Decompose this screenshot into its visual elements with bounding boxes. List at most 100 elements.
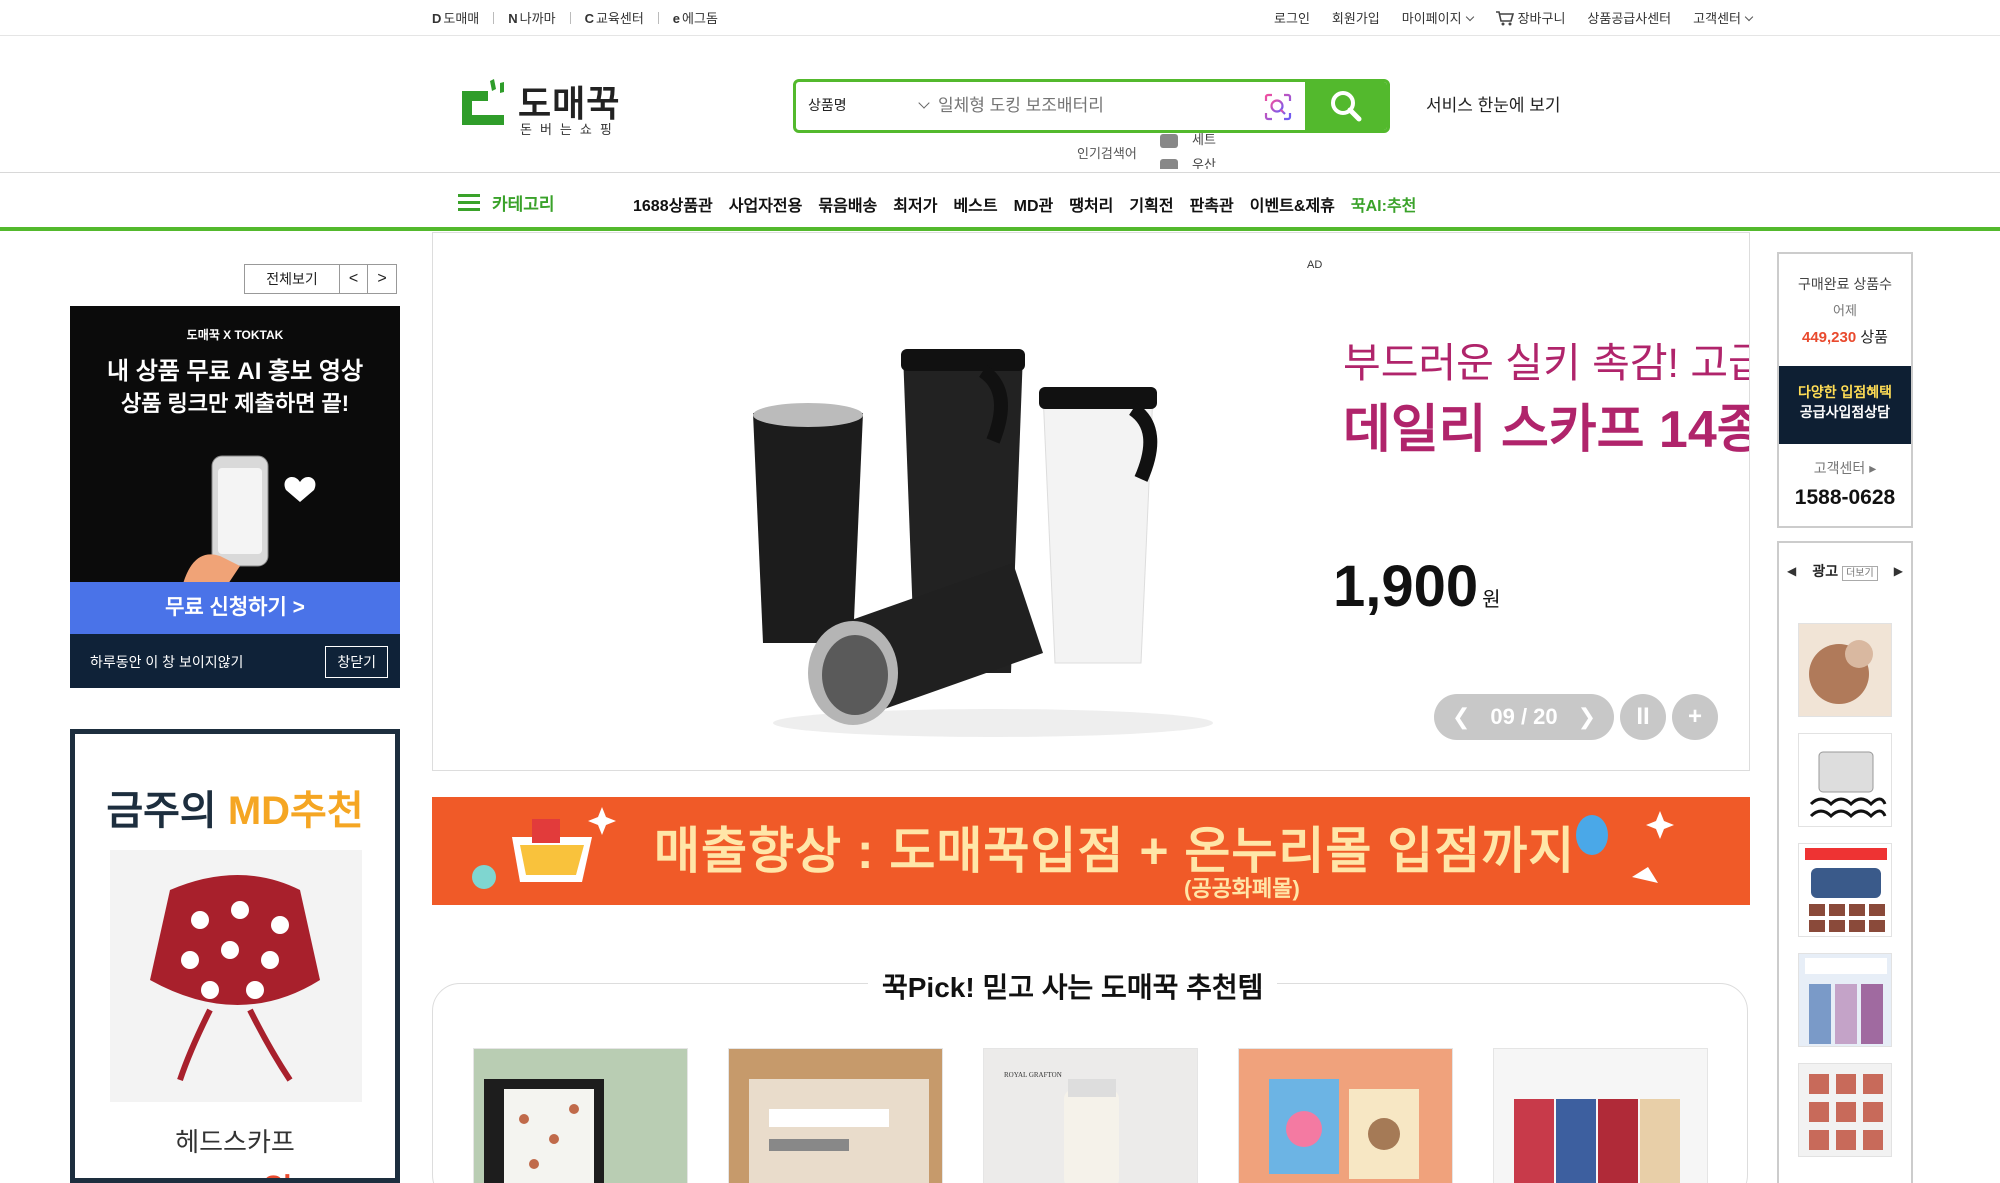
nav-item-best[interactable]: 베스트	[953, 192, 997, 216]
prev-button[interactable]: <	[340, 265, 368, 293]
nav-item-clearance[interactable]: 땡처리	[1069, 192, 1113, 216]
popup-brand: 도매꾹 X TOKTAK	[186, 328, 284, 342]
pick-product-card[interactable]	[728, 1048, 943, 1183]
popular-keywords-ticker[interactable]: 세트 우산	[1160, 133, 1360, 169]
customer-center-menu[interactable]: 고객센터	[1693, 8, 1754, 27]
md-pick-card[interactable]: 금주의 MD추천 헤드스카프 2,470원	[70, 729, 400, 1183]
chevron-left-icon[interactable]: ◀	[1787, 564, 1796, 578]
customer-center-link[interactable]: 고객센터 ▸	[1779, 458, 1911, 478]
shopping-cart-gift-icon	[472, 807, 616, 889]
chevron-right-icon[interactable]: ▶	[1894, 564, 1903, 578]
logo-tagline: 돈버는쇼핑	[520, 122, 620, 137]
side-ad-more-button[interactable]: 더보기	[1842, 566, 1878, 581]
search-scope-select[interactable]: 상품명	[808, 95, 930, 115]
side-ad-item[interactable]	[1798, 953, 1892, 1047]
view-all-button[interactable]: 전체보기	[245, 265, 340, 293]
service-overview-link[interactable]: 서비스 한눈에 보기	[1426, 91, 1561, 116]
md-product-image	[110, 850, 362, 1102]
site-link-nakama[interactable]: N 나까마	[508, 8, 555, 27]
pick-product-card[interactable]	[1493, 1048, 1708, 1183]
search-bar: 상품명	[793, 79, 1390, 133]
close-popup-button[interactable]: 창닫기	[325, 646, 388, 678]
next-slide-icon[interactable]: ❯	[1578, 704, 1596, 730]
main-banner-slider[interactable]: AD 부드러운 실키 촉감! 고급 데일리 스카프 14종 1,900 원 ❮ 0…	[432, 232, 1750, 771]
md-pick-title: 금주의 MD추천	[106, 789, 364, 833]
side-ad-item[interactable]	[1798, 623, 1892, 717]
stat-label: 구매완료 상품수	[1797, 276, 1893, 292]
chevron-down-icon	[918, 97, 930, 109]
free-apply-button[interactable]: 무료 신청하기 >	[70, 582, 400, 634]
search-button[interactable]	[1305, 82, 1387, 130]
hamburger-icon	[458, 193, 480, 212]
logo-mark-icon	[462, 79, 504, 125]
nav-item-business[interactable]: 사업자전용	[729, 192, 803, 216]
search-icon	[1331, 91, 1362, 122]
signup-link[interactable]: 회원가입	[1332, 8, 1380, 27]
tumbler-product-image	[753, 349, 1213, 737]
slider-controls: ❮ 09 / 20 ❯ II +	[1434, 694, 1718, 740]
promo-strip-banner[interactable]: 매출향상 : 도매꾹입점 + 온누리몰 입점까지 (공공화폐몰)	[432, 797, 1750, 905]
promo-subtext: (공공화폐몰)	[1184, 876, 1300, 901]
slide-counter: ❮ 09 / 20 ❯	[1434, 694, 1614, 740]
site-logo[interactable]: 도매꾹 돈버는쇼핑	[454, 73, 634, 141]
supplier-consult-button[interactable]: 다양한 입점혜택 공급사입점상담	[1779, 366, 1911, 444]
cart-link[interactable]: 장바구니	[1495, 8, 1565, 27]
nav-item-1688[interactable]: 1688상품관	[633, 192, 713, 216]
pause-button[interactable]: II	[1620, 694, 1666, 740]
nav-item-lowest-price[interactable]: 최저가	[893, 192, 937, 216]
site-header: 도매꾹 돈버는쇼핑 상품명 서비스 한눈에 보기 인기검색어 세트 우산	[0, 37, 2000, 173]
search-input[interactable]	[938, 90, 1238, 122]
education-icon: C	[584, 11, 594, 26]
divider	[569, 11, 571, 24]
site-link-education[interactable]: C 교육센터	[585, 8, 644, 27]
supplier-center-link[interactable]: 상품공급사센터	[1587, 8, 1671, 27]
image-search-icon[interactable]	[1263, 92, 1293, 122]
prev-slide-icon[interactable]: ❮	[1452, 704, 1470, 730]
site-link-eggdom[interactable]: e 에그돔	[673, 8, 718, 27]
category-button[interactable]: 카테고리	[458, 190, 555, 215]
side-ad-item[interactable]	[1798, 843, 1892, 937]
purchase-stats-box: 구매완료 상품수 어제 449,230 상품 다양한 입점혜택 공급사입점상담 …	[1777, 252, 1913, 528]
user-menu: 로그인 회원가입 마이페이지 장바구니 상품공급사센터 고객센터	[1274, 8, 1754, 27]
popup-pager: 전체보기 < >	[244, 264, 397, 294]
nav-item-promo[interactable]: 판촉관	[1190, 192, 1234, 216]
side-ad-header: ◀ 광고 더보기 ▶	[1779, 561, 1911, 581]
nav-menu: 1688상품관 사업자전용 묶음배송 최저가 베스트 MD관 땡처리 기획전 판…	[633, 192, 1416, 216]
divider	[493, 11, 495, 24]
family-sites: D 도매매 N 나까마 C 교육센터 e 에그돔	[432, 8, 718, 27]
pick-product-card[interactable]	[473, 1048, 688, 1183]
stat-value: 449,230 상품	[1801, 329, 1888, 346]
chevron-down-icon	[1744, 12, 1754, 22]
expand-button[interactable]: +	[1672, 694, 1718, 740]
rank-badge	[1160, 133, 1178, 148]
nav-item-special[interactable]: 기획전	[1129, 192, 1173, 216]
promo-popup: 도매꾹 X TOKTAK 내 상품 무료 AI 홍보 영상 상품 링크만 제출하…	[70, 306, 400, 688]
stat-period: 어제	[1833, 303, 1857, 318]
chevron-down-icon	[1465, 12, 1474, 22]
md-product-name: 헤드스카프	[175, 1127, 295, 1157]
phone-hand-illustration	[180, 455, 316, 596]
eggdom-icon: e	[672, 11, 681, 26]
ad-label: AD	[1307, 259, 1323, 271]
login-link[interactable]: 로그인	[1274, 8, 1310, 27]
site-link-domeme[interactable]: D 도매매	[432, 8, 479, 27]
popup-headline: 내 상품 무료 AI 홍보 영상 상품 링크만 제출하면 끝!	[106, 358, 364, 416]
nav-item-events[interactable]: 이벤트&제휴	[1250, 192, 1335, 216]
cart-icon	[1495, 11, 1514, 26]
nav-item-ai-recommend[interactable]: 꾹AI:추천	[1351, 192, 1417, 216]
popular-keyword[interactable]: 우산	[1192, 157, 1216, 169]
mypage-menu[interactable]: 마이페이지	[1402, 8, 1474, 27]
popular-keyword[interactable]: 세트	[1192, 133, 1216, 147]
nav-item-md[interactable]: MD관	[1014, 192, 1054, 216]
hide-today-checkbox[interactable]: 하루동안 이 창 보이지않기	[90, 652, 243, 672]
divider	[657, 11, 659, 24]
sparkle-icon	[1576, 811, 1674, 883]
pick-product-card[interactable]	[1238, 1048, 1453, 1183]
nav-item-bundle[interactable]: 묶음배송	[818, 192, 877, 216]
side-ad-item[interactable]	[1798, 1063, 1892, 1157]
side-ad-item[interactable]	[1798, 733, 1892, 827]
pick-section-title: 꾹Pick! 믿고 사는 도매꾹 추천템	[868, 966, 1278, 1006]
rank-badge	[1160, 158, 1178, 169]
next-button[interactable]: >	[368, 265, 396, 293]
pick-product-card[interactable]: ROYAL GRAFTON	[983, 1048, 1198, 1183]
